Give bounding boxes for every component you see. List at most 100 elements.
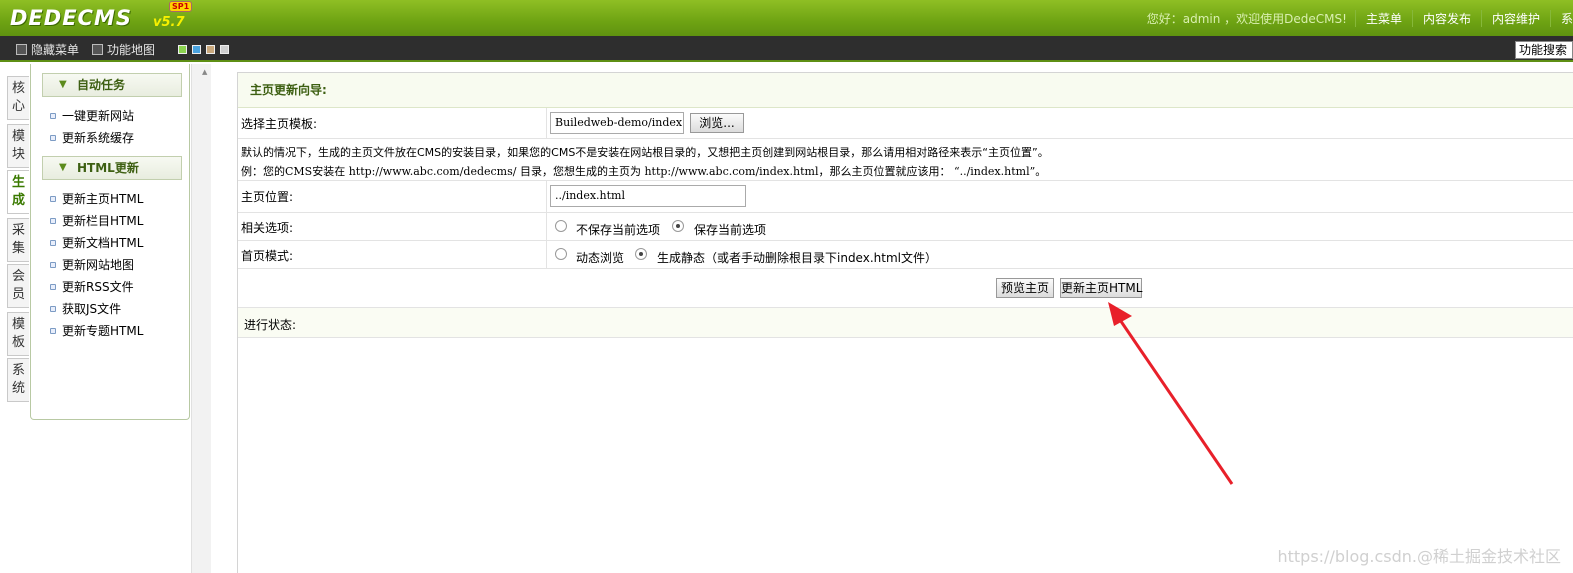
bullet-icon — [50, 195, 56, 202]
menu-item-update-topic-html[interactable]: 更新专题HTML — [50, 322, 143, 339]
menu-item-update-sitemap[interactable]: 更新网站地图 — [50, 256, 134, 273]
menu-item-label: 更新主页HTML — [62, 192, 144, 206]
tab-generate[interactable]: 生成 — [7, 170, 29, 214]
menu-group-html-update[interactable]: ▼ HTML更新 — [42, 156, 182, 180]
position-row: 主页位置: ../index.html — [238, 181, 1573, 213]
options-label: 相关选项: — [241, 221, 294, 235]
logo-version: v5.7 — [153, 15, 185, 30]
welcome-text: 您好：admin ，欢迎使用DedeCMS! — [1146, 11, 1347, 26]
skin-gray-swatch[interactable] — [220, 45, 229, 54]
menu-item-update-rss[interactable]: 更新RSS文件 — [50, 278, 134, 295]
progress-status-bar: 进行状态: — [238, 307, 1573, 338]
browse-button[interactable]: 浏览... — [690, 113, 744, 133]
page-title: 主页更新向导: — [238, 73, 1573, 108]
column-divider — [546, 108, 547, 138]
tab-members[interactable]: 会员 — [7, 264, 29, 308]
bullet-icon — [50, 217, 56, 224]
menu-group-title: 自动任务 — [77, 78, 126, 92]
hide-menu-icon — [16, 44, 27, 55]
dynamic-mode-label[interactable]: 动态浏览 — [576, 249, 624, 266]
nav-main-menu[interactable]: 主菜单 — [1354, 9, 1412, 27]
static-mode-label[interactable]: 生成静态（或者手动删除根目录下index.html文件） — [657, 249, 937, 266]
status-label: 进行状态: — [244, 318, 297, 332]
menu-item-update-doc-html[interactable]: 更新文档HTML — [50, 234, 143, 251]
column-divider — [546, 181, 547, 212]
chevron-down-icon: ▼ — [59, 79, 67, 90]
logo-badge: SP1 — [169, 1, 193, 12]
save-label[interactable]: 保存当前选项 — [694, 221, 766, 238]
dynamic-mode-radio[interactable] — [555, 248, 567, 260]
sub-toolbar: 隐藏菜单 功能地图 功能搜索 — [0, 36, 1573, 62]
mode-label: 首页模式: — [241, 249, 294, 263]
position-input[interactable]: ../index.html — [550, 185, 746, 207]
tab-core[interactable]: 核心 — [7, 76, 29, 120]
preview-home-button[interactable]: 预览主页 — [996, 278, 1054, 298]
options-row: 相关选项: 不保存当前选项 保存当前选项 — [238, 213, 1573, 241]
skin-green-swatch[interactable] — [178, 45, 187, 54]
menu-item-label: 更新网站地图 — [62, 258, 135, 272]
top-nav: 您好：admin ，欢迎使用DedeCMS! 主菜单 内容发布 内容维护 系 — [1147, 0, 1573, 36]
no-save-radio[interactable] — [555, 220, 567, 232]
template-label: 选择主页模板: — [241, 117, 318, 131]
sidebar-splitter[interactable]: ▲ — [191, 64, 211, 573]
skin-brown-swatch[interactable] — [206, 45, 215, 54]
bullet-icon — [50, 305, 56, 312]
function-search-button[interactable]: 功能搜索 — [1515, 41, 1573, 59]
no-save-label[interactable]: 不保存当前选项 — [576, 221, 660, 238]
bullet-icon — [50, 112, 56, 119]
menu-item-update-cache[interactable]: 更新系统缓存 — [50, 129, 134, 146]
bullet-icon — [50, 239, 56, 246]
dedecms-logo[interactable]: DEDECMS v5.7 SP1 — [10, 1, 193, 32]
menu-item-update-home-html[interactable]: 更新主页HTML — [50, 190, 143, 207]
menu-item-label: 更新RSS文件 — [62, 280, 134, 294]
site-map-button[interactable]: 功能地图 — [92, 41, 155, 58]
note-line-1: 默认的情况下，生成的主页文件放在CMS的安装目录，如果您的CMS不是安装在网站根… — [241, 146, 1049, 159]
notes-row: 默认的情况下，生成的主页文件放在CMS的安装目录，如果您的CMS不是安装在网站根… — [238, 139, 1573, 181]
nav-content-maintain[interactable]: 内容维护 — [1480, 9, 1550, 27]
skin-blue-swatch[interactable] — [192, 45, 201, 54]
template-input[interactable]: Builedweb-demo/index. — [550, 112, 684, 134]
tab-modules[interactable]: 模块 — [7, 124, 29, 168]
tab-templates[interactable]: 模板 — [7, 312, 29, 356]
column-divider — [546, 241, 547, 268]
bullet-icon — [50, 283, 56, 290]
menu-group-title: HTML更新 — [77, 161, 139, 175]
nav-system[interactable]: 系 — [1549, 9, 1573, 27]
save-radio[interactable] — [672, 220, 684, 232]
top-header: DEDECMS v5.7 SP1 您好：admin ，欢迎使用DedeCMS! … — [0, 0, 1573, 36]
menu-group-auto-tasks[interactable]: ▼ 自动任务 — [42, 73, 182, 97]
chevron-down-icon: ▼ — [59, 162, 67, 173]
bullet-icon — [50, 261, 56, 268]
update-home-html-button[interactable]: 更新主页HTML — [1060, 278, 1142, 298]
collapse-arrow-icon[interactable]: ▲ — [202, 68, 207, 76]
tab-system[interactable]: 系统 — [7, 358, 29, 402]
site-map-label: 功能地图 — [107, 43, 156, 57]
menu-item-label: 更新文档HTML — [62, 236, 144, 250]
menu-item-label: 更新专题HTML — [62, 324, 144, 338]
menu-item-update-column-html[interactable]: 更新栏目HTML — [50, 212, 143, 229]
menu-item-label: 更新栏目HTML — [62, 214, 144, 228]
menu-item-get-js[interactable]: 获取JS文件 — [50, 300, 121, 317]
menu-item-label: 获取JS文件 — [62, 302, 122, 316]
menu-item-label: 更新系统缓存 — [62, 131, 135, 145]
template-row: 选择主页模板: Builedweb-demo/index. 浏览... — [238, 108, 1573, 139]
watermark: https://blog.csdn.@稀土掘金技术社区 — [1277, 547, 1561, 566]
nav-content-publish[interactable]: 内容发布 — [1411, 9, 1481, 27]
main-content: 主页更新向导: 选择主页模板: Builedweb-demo/index. 浏览… — [237, 72, 1573, 573]
mode-row: 首页模式: 动态浏览 生成静态（或者手动删除根目录下index.html文件） — [238, 241, 1573, 269]
bullet-icon — [50, 327, 56, 334]
position-label: 主页位置: — [241, 190, 294, 204]
site-map-icon — [92, 44, 103, 55]
gutter-space — [211, 64, 237, 573]
column-divider — [546, 213, 547, 240]
menu-item-label: 一键更新网站 — [62, 109, 135, 123]
hide-menu-button[interactable]: 隐藏菜单 — [16, 41, 79, 58]
bullet-icon — [50, 134, 56, 141]
static-mode-radio[interactable] — [635, 248, 647, 260]
tab-collect[interactable]: 采集 — [7, 218, 29, 262]
menu-item-update-site[interactable]: 一键更新网站 — [50, 107, 134, 124]
hide-menu-label: 隐藏菜单 — [31, 43, 80, 57]
annotation-arrow-icon — [1108, 302, 1234, 485]
actions-row: 预览主页 更新主页HTML — [238, 269, 1573, 307]
logo-text: DEDECMS — [10, 6, 132, 30]
